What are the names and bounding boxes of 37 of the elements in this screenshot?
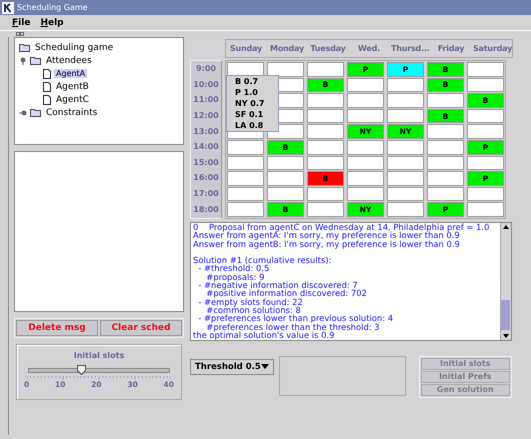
tooltip-line: NY 0.7 (235, 98, 266, 109)
log-line: - #threshold: 0.5 (198, 264, 270, 273)
log-line: #positive information discovered: 702 (206, 289, 368, 298)
tooltip-line: P 1.0 (235, 87, 259, 98)
time-label: 10:00 (192, 78, 220, 91)
log-line: - #preferences lower than previous solution: 4 (197, 314, 394, 322)
time-label: 11:00 (192, 94, 220, 106)
tooltip-line: B 0.7 (235, 76, 260, 87)
time-label: 12:00 (192, 110, 220, 122)
log-line: Answer from agentB: I'm sorry, my preference is lower than 0.9 (193, 240, 461, 248)
day-label: Tuesday (309, 44, 347, 53)
time-label: 13:00 (192, 126, 220, 138)
time-label: 17:00 (192, 188, 220, 200)
log-line: Answer from agentA: I'm sorry, my preference is lower than 0.9 (193, 231, 460, 240)
window-title: Scheduling Game (17, 3, 88, 12)
time-label: 9:00 (195, 63, 217, 76)
time-label: 14:00 (192, 141, 220, 154)
log-line: - #negative information discovered: 7 (197, 281, 358, 290)
day-label: Wed. (357, 44, 381, 53)
log-line: #proposals: 9 (206, 272, 264, 282)
day-label: Thursd... (391, 44, 429, 53)
log-line: the optimal solution's value is 0.9 (193, 330, 334, 340)
time-label: 16:00 (192, 172, 220, 184)
tooltip-line: SF 0.1 (235, 109, 264, 120)
day-label: Friday (436, 44, 466, 53)
day-label: Monday (268, 44, 306, 53)
log-line: Solution #1 (cumulative results): (193, 256, 332, 264)
day-label: Saturday (473, 44, 511, 53)
time-label: 18:00 (192, 204, 220, 216)
log-line: - #empty slots found: 22 (197, 298, 304, 306)
slider-title: Initial slots (74, 351, 124, 360)
log-line: #preferences lower than the threshold: 3 (206, 322, 381, 331)
tooltip-line: LA 0.8 (235, 120, 264, 131)
log-line: 0 Proposal from agentC on Wednesday at 14, Philadelphia pref = 1.0 (193, 222, 490, 232)
log-line: #common solutions: 8 (206, 306, 301, 314)
day-label: Sunday (228, 44, 264, 53)
time-label: 15:00 (192, 156, 220, 169)
